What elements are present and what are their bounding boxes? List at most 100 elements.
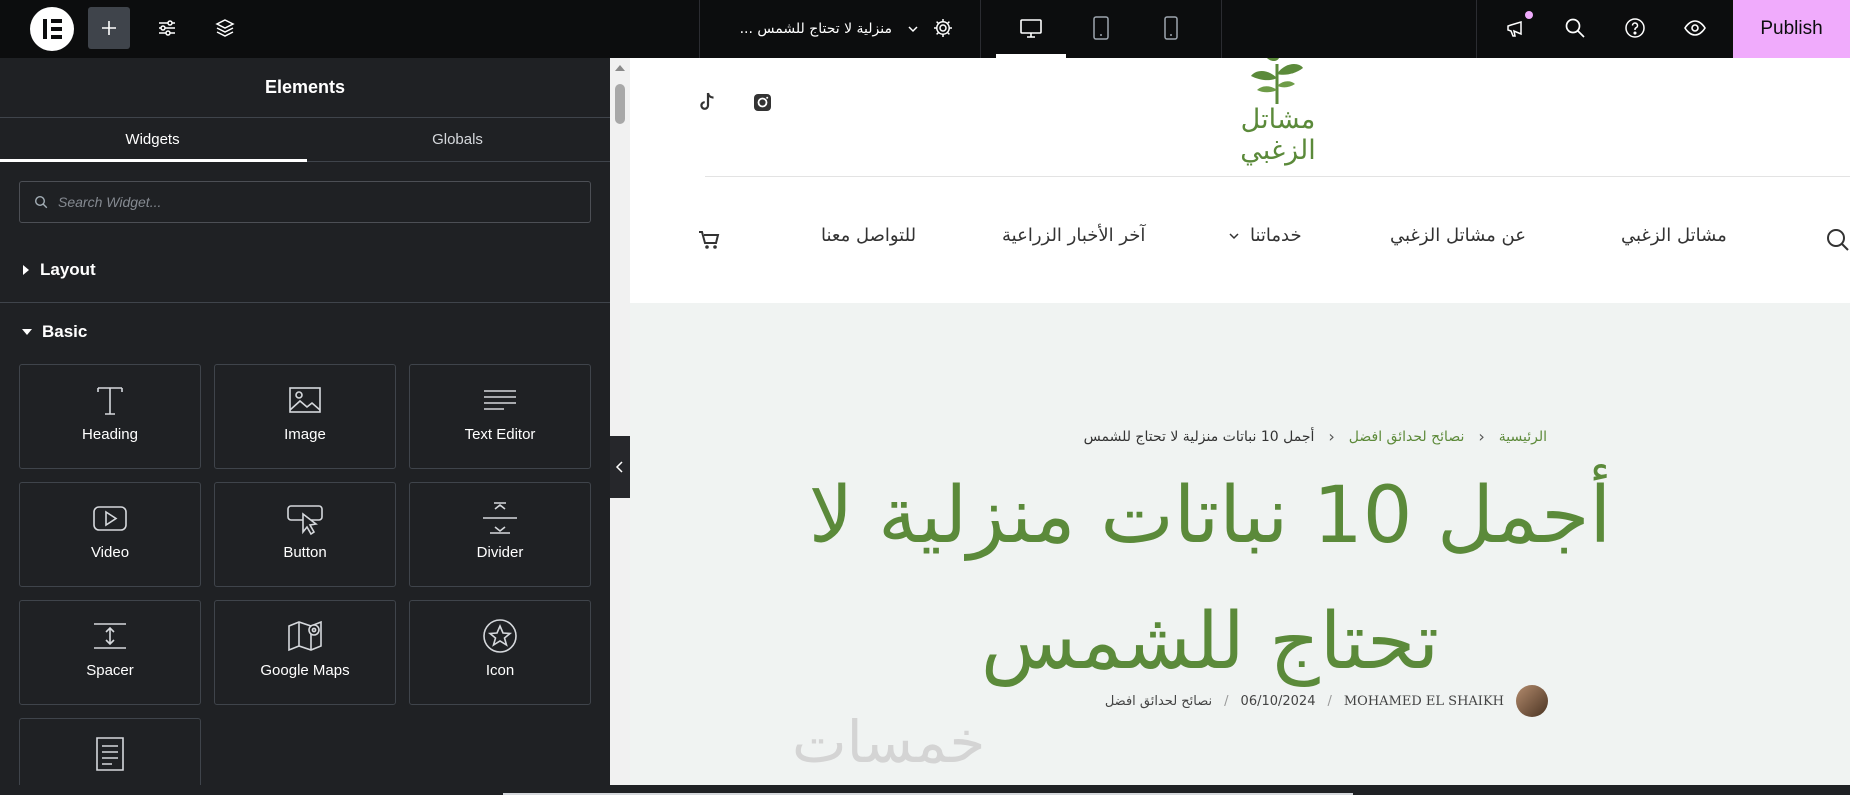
structure-button[interactable]	[204, 7, 246, 49]
post-meta: MOHAMED EL SHAIKH / 06/10/2024 / نصائح ل…	[1105, 685, 1548, 717]
heading-icon	[97, 387, 123, 415]
mobile-view-button[interactable]	[1150, 7, 1192, 49]
chevron-left-icon	[615, 461, 623, 473]
widget-icon[interactable]: Icon	[409, 600, 591, 705]
nav-contact[interactable]: للتواصل معنا	[821, 225, 916, 246]
widget-label: Button	[283, 544, 327, 561]
widget-search[interactable]	[19, 181, 591, 223]
widget-text-editor[interactable]: Text Editor	[409, 364, 591, 469]
post-title: أجمل 10 نباتات منزلية لا تحتاج للشمس	[780, 453, 1640, 705]
active-tab-indicator	[0, 159, 307, 162]
widget-label: Divider	[476, 544, 524, 561]
add-element-button[interactable]	[88, 7, 130, 49]
tab-globals[interactable]: Globals	[305, 118, 610, 161]
header-divider	[705, 176, 1850, 177]
editor-topbar: ... منزلية لا تحتاج للشمس Publish	[0, 0, 1850, 58]
nav-home[interactable]: مشاتل الزغبي	[1621, 225, 1727, 246]
widget-spacer[interactable]: Spacer	[19, 600, 201, 705]
search-icon	[34, 195, 48, 209]
widget-button[interactable]: Button	[214, 482, 396, 587]
category-label: Basic	[42, 322, 88, 341]
widget-label: Text Editor	[464, 426, 536, 443]
breadcrumb-separator: ‹	[1328, 427, 1335, 446]
widget-google-maps[interactable]: Google Maps	[214, 600, 396, 705]
author-avatar[interactable]	[1516, 685, 1548, 717]
widget-divider[interactable]: Divider	[409, 482, 591, 587]
nav-news[interactable]: آخر الأخبار الزراعية	[1002, 225, 1145, 246]
scroll-up-arrow[interactable]	[615, 65, 625, 71]
nav-about[interactable]: عن مشاتل الزغبي	[1390, 225, 1526, 246]
category-label: Layout	[40, 260, 96, 279]
post-category[interactable]: نصائح لحدائق افضل	[1105, 694, 1212, 709]
page-settings-button[interactable]	[922, 7, 964, 49]
button-cursor-icon	[287, 505, 323, 536]
document-title: ... منزلية لا تحتاج للشمس	[739, 21, 892, 37]
widget-video[interactable]: Video	[19, 482, 201, 587]
panel-collapse-button[interactable]	[610, 436, 630, 498]
elements-panel: Elements Widgets Globals Layout Basic He…	[0, 58, 610, 795]
desktop-icon	[1020, 19, 1042, 38]
form-icon	[96, 737, 124, 771]
breadcrumb-current: أجمل 10 نباتات منزلية لا تحتاج للشمس	[1083, 428, 1315, 445]
breadcrumb-separator: ‹	[1478, 427, 1485, 446]
sliders-icon	[159, 20, 175, 36]
cart-icon[interactable]	[698, 230, 720, 250]
tablet-view-button[interactable]	[1080, 7, 1122, 49]
eye-icon	[1684, 20, 1706, 36]
chevron-down-icon	[908, 26, 918, 33]
widget-label: Video	[90, 544, 130, 561]
widget-heading[interactable]: Heading	[19, 364, 201, 469]
panel-title: Elements	[0, 58, 610, 118]
breadcrumb: الرئيسية ‹ نصائح لحدائق افضل ‹ أجمل 10 ن…	[1084, 427, 1547, 446]
preview-button[interactable]	[1674, 7, 1716, 49]
breadcrumb-home[interactable]: الرئيسية	[1499, 429, 1547, 445]
tablet-icon	[1093, 16, 1109, 40]
gear-icon	[934, 19, 952, 37]
divider-icon	[483, 502, 517, 534]
video-icon	[93, 506, 127, 531]
layers-icon	[215, 19, 235, 37]
image-icon	[289, 387, 321, 413]
megaphone-icon	[1507, 20, 1522, 37]
site-logo[interactable]: مشاتل الزغبي	[1195, 58, 1355, 166]
desktop-view-button[interactable]	[1010, 7, 1052, 49]
preview-canvas: مشاتل الزغبي للتواصل معنا آخر الأخبار ال…	[610, 58, 1850, 785]
caret-down-icon	[22, 329, 32, 335]
nav-services-label: خدماتنا	[1250, 225, 1302, 246]
post-date: 06/10/2024	[1240, 693, 1316, 709]
mobile-icon	[1164, 16, 1178, 40]
help-circle-icon	[1625, 18, 1645, 38]
post-title-line-1: أجمل 10 نباتات منزلية لا	[808, 471, 1612, 561]
elementor-logo[interactable]	[30, 7, 74, 51]
widget-label: Image	[284, 426, 326, 443]
panel-tabs: Widgets Globals	[0, 118, 610, 162]
widget-label: Heading	[82, 426, 138, 443]
document-title-dropdown[interactable]: ... منزلية لا تحتاج للشمس	[700, 0, 920, 58]
widget-label: Google Maps	[260, 662, 350, 679]
finder-search-button[interactable]	[1554, 7, 1596, 49]
category-basic[interactable]: Basic	[0, 310, 610, 354]
text-editor-icon	[484, 390, 516, 410]
category-divider	[0, 302, 610, 303]
meta-separator: /	[1327, 693, 1332, 709]
widget-image[interactable]: Image	[214, 364, 396, 469]
widget-shortcode[interactable]	[19, 718, 201, 795]
star-circle-icon	[483, 619, 517, 653]
category-layout[interactable]: Layout	[0, 248, 610, 292]
canvas-scrollbar[interactable]	[610, 58, 630, 785]
tiktok-icon[interactable]	[698, 92, 716, 112]
spacer-icon	[94, 623, 126, 649]
site-settings-button[interactable]	[146, 7, 188, 49]
tab-widgets[interactable]: Widgets	[0, 118, 305, 161]
help-button[interactable]	[1614, 7, 1656, 49]
watermark-logo: خمسات	[792, 708, 986, 776]
bottom-scrollbar[interactable]	[0, 785, 1850, 795]
post-author[interactable]: MOHAMED EL SHAIKH	[1344, 694, 1504, 709]
widget-search-input[interactable]	[58, 194, 538, 210]
search-icon[interactable]	[1826, 228, 1850, 252]
instagram-icon[interactable]	[753, 93, 772, 112]
nav-services[interactable]: خدماتنا	[1228, 225, 1302, 246]
publish-button[interactable]: Publish	[1733, 0, 1850, 58]
breadcrumb-category[interactable]: نصائح لحدائق افضل	[1349, 429, 1465, 445]
scroll-thumb[interactable]	[615, 84, 625, 124]
